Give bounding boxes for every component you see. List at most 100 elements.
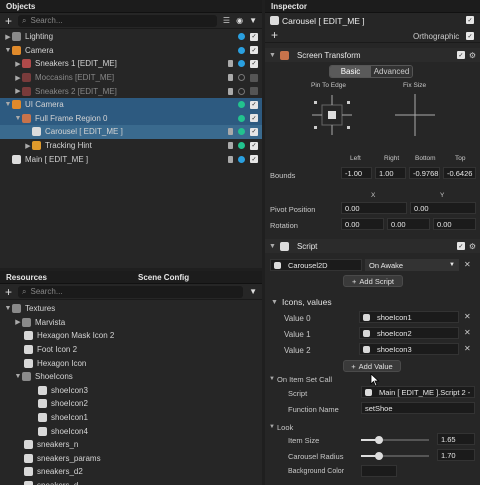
tab-basic[interactable]: Basic: [330, 66, 371, 77]
remove-value-1-icon[interactable]: ✕: [464, 328, 471, 337]
value-0-texture-field[interactable]: shoeIcon1: [359, 311, 459, 323]
tab-scene-config[interactable]: Scene Config: [130, 273, 189, 282]
value-1-texture-field[interactable]: shoeIcon2: [359, 327, 459, 339]
visibility-eye-icon[interactable]: ◉: [236, 16, 243, 25]
gear-icon[interactable]: ⚙: [469, 242, 476, 251]
collapse-arrow-icon[interactable]: ▼: [271, 299, 278, 306]
object-enabled-checkbox[interactable]: ✓: [466, 16, 474, 24]
pin-to-edge-widget[interactable]: [310, 93, 354, 137]
orthographic-checkbox[interactable]: ✓: [466, 32, 474, 40]
background-color-swatch[interactable]: [361, 465, 397, 477]
resource-row-foot-icon-2[interactable]: Foot Icon 2: [0, 343, 262, 357]
resource-row-shoeicons[interactable]: ▼ ShoeIcons: [0, 370, 262, 384]
tab-advanced[interactable]: Advanced: [371, 66, 412, 77]
layer-dot[interactable]: [238, 101, 245, 109]
enabled-checkbox[interactable]: ✓: [250, 127, 258, 136]
tree-row-main[interactable]: Main [ EDIT_ME ] ✓: [0, 152, 262, 166]
layer-dot[interactable]: [238, 74, 245, 82]
function-name-field[interactable]: setShoe: [361, 402, 475, 414]
enabled-checkbox[interactable]: ✓: [250, 59, 258, 68]
objects-search-input[interactable]: ⌕ Search...: [18, 14, 217, 27]
collapse-arrow-icon[interactable]: ▼: [4, 101, 12, 108]
layer-dot[interactable]: [238, 142, 245, 150]
collapse-arrow-icon[interactable]: ▼: [269, 424, 275, 430]
tree-row-moccasins[interactable]: ▶ Moccasins [EDIT_ME]: [0, 71, 262, 85]
remove-script-icon[interactable]: ✕: [464, 260, 471, 269]
layer-dot[interactable]: [238, 46, 245, 54]
enabled-checkbox[interactable]: ✓: [250, 46, 258, 55]
fix-size-widget[interactable]: [393, 90, 437, 140]
script-ref-field[interactable]: Main [ EDIT_ME ].Script 2 -: [361, 386, 475, 398]
carousel-radius-slider[interactable]: [361, 451, 429, 461]
list-sort-icon[interactable]: ☰: [223, 16, 230, 25]
resource-row-sneakers-d2[interactable]: sneakers_d2: [0, 465, 262, 479]
expand-arrow-icon[interactable]: ▶: [14, 60, 22, 68]
layer-dot[interactable]: [238, 155, 245, 163]
layer-dot[interactable]: [238, 128, 245, 136]
enabled-checkbox[interactable]: ✓: [250, 155, 258, 164]
remove-value-2-icon[interactable]: ✕: [464, 344, 471, 353]
resource-row-shoeicon2[interactable]: shoeIcon2: [0, 397, 262, 411]
gear-icon[interactable]: ⚙: [469, 51, 476, 60]
resource-row-sneakers-d[interactable]: sneakers_d: [0, 479, 262, 485]
enabled-checkbox[interactable]: ✓: [250, 100, 258, 109]
resource-row-marvista[interactable]: ▶ Marvista: [0, 316, 262, 330]
rotation-x-field[interactable]: 0.00: [341, 218, 384, 230]
tree-row-ui-camera[interactable]: ▼ UI Camera ✓: [0, 97, 262, 112]
tree-row-camera[interactable]: ▼ Camera ✓: [0, 44, 262, 58]
collapse-arrow-icon[interactable]: ▼: [14, 115, 22, 122]
resource-row-shoeicon1[interactable]: shoeIcon1: [0, 411, 262, 425]
resource-row-hexagon-mask-icon-2[interactable]: Hexagon Mask Icon 2: [0, 329, 262, 343]
tree-row-sneakers-2[interactable]: ▶ Sneakers 2 [EDIT_ME]: [0, 84, 262, 98]
collapse-arrow-icon[interactable]: ▼: [4, 305, 12, 312]
component-enabled-checkbox[interactable]: ✓: [456, 51, 465, 59]
add-script-button[interactable]: + Add Script: [343, 275, 403, 287]
value-2-texture-field[interactable]: shoeIcon3: [359, 343, 459, 355]
resource-row-textures[interactable]: ▼ Textures: [0, 302, 262, 316]
filter-icon[interactable]: ▼: [249, 287, 257, 296]
expand-arrow-icon[interactable]: ▶: [14, 74, 22, 82]
collapse-arrow-icon[interactable]: ▼: [269, 376, 275, 382]
resource-row-hexagon-icon[interactable]: Hexagon Icon: [0, 356, 262, 370]
script-header[interactable]: ▼ Script ✓ ⚙: [265, 239, 480, 253]
layer-dot[interactable]: [238, 33, 245, 41]
bounds-bottom-field[interactable]: -0.9768: [409, 167, 440, 179]
resource-row-sneakers-params[interactable]: sneakers_params: [0, 452, 262, 466]
bounds-top-field[interactable]: -0.6426: [443, 167, 476, 179]
slider-knob[interactable]: [375, 452, 383, 460]
rotation-z-field[interactable]: 0.00: [433, 218, 476, 230]
script-event-select[interactable]: On Awake ▼: [365, 259, 459, 271]
enabled-checkbox[interactable]: [250, 87, 258, 96]
add-component-button[interactable]: +: [271, 29, 278, 41]
item-size-slider[interactable]: [361, 435, 429, 445]
collapse-arrow-icon[interactable]: ▼: [269, 243, 276, 250]
expand-arrow-icon[interactable]: ▶: [14, 87, 22, 95]
tree-row-sneakers-1[interactable]: ▶ Sneakers 1 [EDIT_ME] ✓: [0, 57, 262, 71]
script-asset-field[interactable]: Carousel2D: [270, 259, 362, 271]
layer-dot[interactable]: [238, 60, 245, 68]
bounds-right-field[interactable]: 1.00: [375, 167, 406, 179]
expand-arrow-icon[interactable]: ▶: [14, 318, 22, 326]
screen-transform-header[interactable]: ▼ Screen Transform ✓ ⚙: [265, 48, 480, 62]
expand-arrow-icon[interactable]: ▶: [4, 33, 12, 41]
layer-dot[interactable]: [238, 87, 245, 95]
resource-row-shoeicon3[interactable]: shoeIcon3: [0, 384, 262, 398]
resource-row-shoeicon4[interactable]: shoeIcon4: [0, 424, 262, 438]
tree-row-carousel[interactable]: Carousel [ EDIT_ME ] ✓: [0, 125, 262, 139]
expand-arrow-icon[interactable]: ▶: [24, 142, 32, 150]
bounds-left-field[interactable]: -1.00: [341, 167, 372, 179]
enabled-checkbox[interactable]: ✓: [250, 114, 258, 123]
tree-row-full-frame-region[interactable]: ▼ Full Frame Region 0 ✓: [0, 111, 262, 126]
carousel-radius-field[interactable]: 1.70: [437, 449, 475, 461]
filter-icon[interactable]: ▼: [249, 16, 257, 25]
pivot-y-field[interactable]: 0.00: [410, 202, 476, 214]
tab-resources[interactable]: Resources: [0, 273, 130, 282]
tree-row-tracking-hint[interactable]: ▶ Tracking Hint ✓: [0, 139, 262, 153]
remove-value-0-icon[interactable]: ✕: [464, 312, 471, 321]
tree-row-lighting[interactable]: ▶ Lighting ✓: [0, 30, 262, 44]
component-enabled-checkbox[interactable]: ✓: [456, 242, 465, 250]
add-object-button[interactable]: +: [5, 15, 12, 27]
add-resource-button[interactable]: +: [5, 286, 12, 298]
collapse-arrow-icon[interactable]: ▼: [269, 52, 276, 59]
collapse-arrow-icon[interactable]: ▼: [14, 373, 22, 380]
